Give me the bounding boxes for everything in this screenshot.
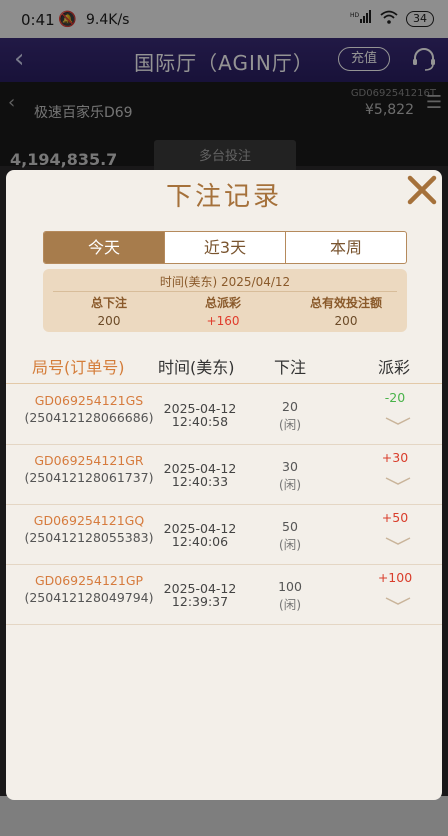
order-number: (250412128055383): [24, 530, 154, 545]
total-bet-label: 总下注: [90, 296, 127, 310]
order-id: GD069254121GP: [34, 573, 144, 588]
column-order: 局号(订单号): [32, 358, 125, 377]
bet-side: (闲): [278, 417, 302, 432]
order-id: GD069254121GR: [34, 453, 144, 468]
table-row[interactable]: GD069254121GS (250412128066686) 2025-04-…: [6, 385, 442, 445]
bet-amount: 20: [282, 399, 298, 414]
date-range-tabs: 今天 近3天 本周: [43, 231, 407, 264]
close-icon[interactable]: [404, 172, 440, 208]
modal-title: 下注记录: [165, 182, 282, 212]
bet-side: (闲): [278, 537, 302, 552]
order-id: GD069254121GQ: [33, 513, 145, 528]
payout-value: +100: [377, 570, 413, 585]
chevron-down-icon[interactable]: [384, 595, 412, 607]
payout-value: +50: [381, 510, 409, 525]
summary-total-bet: 总下注 200: [71, 294, 147, 328]
column-bet: 下注: [274, 358, 307, 377]
summary-time: 时间(美东) 2025/04/12: [159, 275, 291, 289]
bet-record-modal: 下注记录 今天 近3天 本周 时间(美东) 2025/04/12 总下注 200…: [6, 170, 442, 800]
total-bet-value: 200: [97, 314, 121, 328]
bet-time: 12:40:58: [171, 414, 229, 429]
total-payout-label: 总派彩: [204, 296, 241, 310]
tab-last-3-days[interactable]: 近3天: [165, 232, 286, 263]
bet-time: 12:39:37: [171, 594, 229, 609]
bet-amount: 50: [282, 519, 298, 534]
chevron-down-icon[interactable]: [384, 415, 412, 427]
valid-bet-label: 总有效投注额: [309, 296, 382, 310]
chevron-down-icon[interactable]: [384, 475, 412, 487]
summary-panel: 时间(美东) 2025/04/12 总下注 200 总派彩 +160 总有效投注…: [43, 269, 407, 332]
order-number: (250412128066686): [24, 410, 154, 425]
order-number: (250412128061737): [24, 470, 154, 485]
bet-amount: 30: [282, 459, 298, 474]
table-header: 局号(订单号) 时间(美东) 下注 派彩: [6, 348, 442, 384]
tab-this-week[interactable]: 本周: [286, 232, 406, 263]
payout-value: -20: [384, 390, 406, 405]
column-time: 时间(美东): [158, 358, 235, 377]
table-row[interactable]: GD069254121GR (250412128061737) 2025-04-…: [6, 445, 442, 505]
chevron-down-icon[interactable]: [384, 535, 412, 547]
total-payout-value: +160: [206, 314, 240, 328]
valid-bet-value: 200: [334, 314, 358, 328]
summary-total-payout: 总派彩 +160: [185, 294, 261, 328]
bet-time: 12:40:33: [171, 474, 229, 489]
table-row[interactable]: GD069254121GP (250412128049794) 2025-04-…: [6, 565, 442, 625]
tab-today[interactable]: 今天: [44, 232, 165, 263]
bet-time: 12:40:06: [171, 534, 229, 549]
table-row[interactable]: GD069254121GQ (250412128055383) 2025-04-…: [6, 505, 442, 565]
order-id: GD069254121GS: [34, 393, 144, 408]
bet-side: (闲): [278, 597, 302, 612]
bet-side: (闲): [278, 477, 302, 492]
summary-valid-bet: 总有效投注额 200: [291, 294, 401, 328]
bet-amount: 100: [278, 579, 302, 594]
payout-value: +30: [381, 450, 409, 465]
column-payout: 派彩: [378, 358, 411, 377]
order-number: (250412128049794): [24, 590, 154, 605]
summary-divider: [53, 291, 397, 292]
